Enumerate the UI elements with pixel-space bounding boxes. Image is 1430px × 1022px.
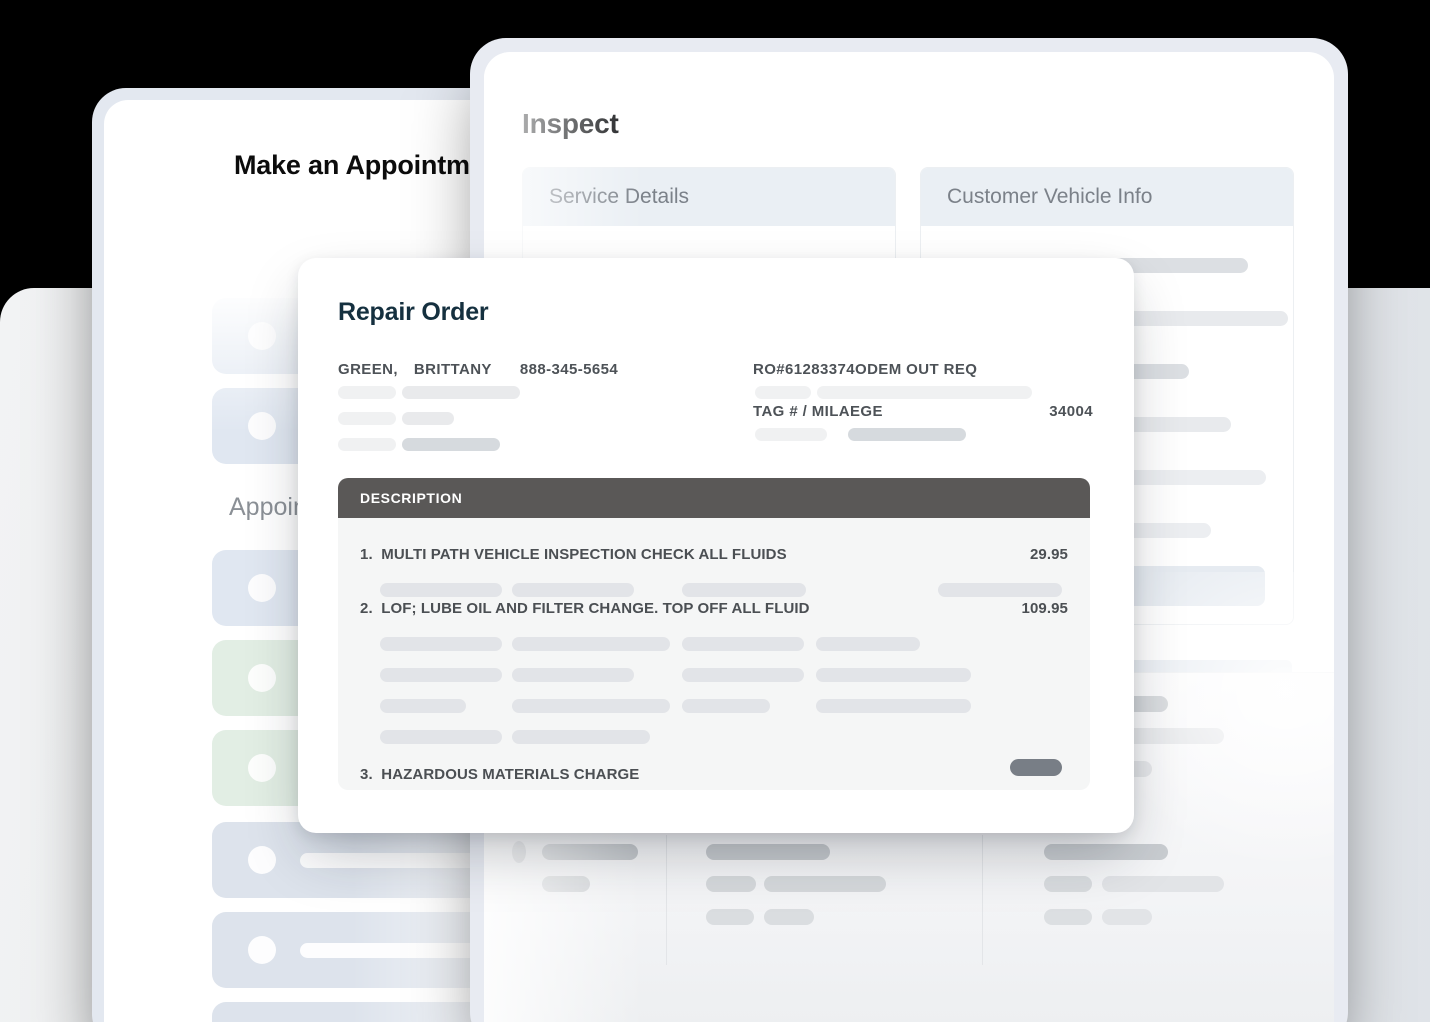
row-placeholder [512,668,634,682]
row-placeholder [816,668,971,682]
row-placeholder [938,583,1062,597]
row-placeholder [380,699,466,713]
customer-phone: 888-345-5654 [519,361,619,378]
ro-placeholder [755,386,811,399]
cell-placeholder [706,844,830,860]
detail-placeholder [338,412,396,425]
description-row[interactable]: 3. HAZARDOUS MATERIALS CHARGE [360,766,1068,783]
description-row-index: 1. [360,546,373,563]
detail-placeholder [338,438,396,451]
detail-placeholder [402,438,500,451]
customer-last-name: GREEN, [338,361,398,378]
customer-line: GREEN, BRITTANY 888-345-5654 [338,361,618,378]
row-placeholder [380,730,502,744]
row-placeholder [682,583,806,597]
description-row-label: MULTI PATH VEHICLE INSPECTION CHECK ALL … [381,546,787,563]
row-placeholder [682,668,804,682]
repair-order-title: Repair Order [338,298,489,326]
row-placeholder [682,637,804,651]
description-row-label: LOF; LUBE OIL AND FILTER CHANGE. TOP OFF… [381,600,810,617]
description-row[interactable]: 2. LOF; LUBE OIL AND FILTER CHANGE. TOP … [360,600,1068,617]
ro-number-label: RO# [753,361,786,378]
status-dot-icon [248,232,276,260]
description-table: DESCRIPTION 1. MULTI PATH VEHICLE INSPEC… [338,478,1090,790]
status-dot-icon [248,412,276,440]
row-avatar-icon [512,841,526,863]
customer-first-name: BRITTANY [413,361,492,378]
description-row[interactable]: 1. MULTI PATH VEHICLE INSPECTION CHECK A… [360,546,1068,563]
row-placeholder [512,583,634,597]
row-placeholder [512,730,650,744]
description-row-index: 3. [360,766,373,783]
detail-placeholder [402,412,454,425]
status-dot-icon [248,754,276,782]
panel-heading-customer-vehicle-info: Customer Vehicle Info [921,168,1293,226]
page-title-make-appointment: Make an Appointment [234,150,510,180]
cell-placeholder [1102,876,1224,892]
cell-placeholder [542,876,590,892]
mileage-value: 34004 [1049,403,1093,420]
cell-placeholder [706,876,756,892]
row-placeholder [380,637,502,651]
hazmat-amount-placeholder [1010,759,1062,776]
cell-placeholder [1044,876,1092,892]
cell-placeholder [764,876,886,892]
description-row-amount: 29.95 [1029,546,1068,563]
mileage-placeholder [848,428,966,441]
description-row-text: 2. LOF; LUBE OIL AND FILTER CHANGE. TOP … [360,600,810,617]
repair-order-card: Repair Order GREEN, BRITTANY 888-345-5654 … [298,258,1134,833]
status-dot-icon [248,664,276,692]
status-dot-icon [248,846,276,874]
page-title-inspect: Inspect [522,108,619,139]
detail-placeholder [338,386,396,399]
detail-placeholder [402,386,520,399]
composition-stage: Make an Appointment Appointment Inspect … [0,0,1430,1022]
row-placeholder [682,699,770,713]
cell-placeholder [764,909,814,925]
row-placeholder [380,583,502,597]
status-dot-icon [248,936,276,964]
ro-number-value: 61283374 [785,361,855,378]
table-row[interactable] [484,821,1334,971]
cell-placeholder [1044,844,1168,860]
cell-placeholder [1102,909,1152,925]
row-placeholder [512,637,670,651]
row-placeholder [380,668,502,682]
cell-placeholder [542,844,638,860]
row-placeholder [816,637,920,651]
description-row-index: 2. [360,600,373,617]
ro-number-line: RO#61283374ODEM OUT REQ [753,361,977,378]
status-dot-icon [248,574,276,602]
panel-heading-service-details: Service Details [523,168,895,226]
tag-placeholder [755,428,827,441]
row-placeholder [512,699,670,713]
description-row-amount: 109.95 [1021,600,1068,617]
status-dot-icon [248,322,276,350]
row-placeholder [816,699,971,713]
tag-mileage-label: TAG # / MILAEGE [753,403,883,420]
ro-placeholder [817,386,1032,399]
cell-placeholder [1044,909,1092,925]
ro-status: ODEM OUT REQ [855,361,978,378]
description-row-text: 1. MULTI PATH VEHICLE INSPECTION CHECK A… [360,546,787,563]
tag-mileage-line: TAG # / MILAEGE 34004 [753,403,1093,420]
description-row-label: HAZARDOUS MATERIALS CHARGE [381,766,640,783]
description-row-text: 3. HAZARDOUS MATERIALS CHARGE [360,766,639,783]
description-table-header: DESCRIPTION [338,478,1090,518]
cell-placeholder [706,909,754,925]
